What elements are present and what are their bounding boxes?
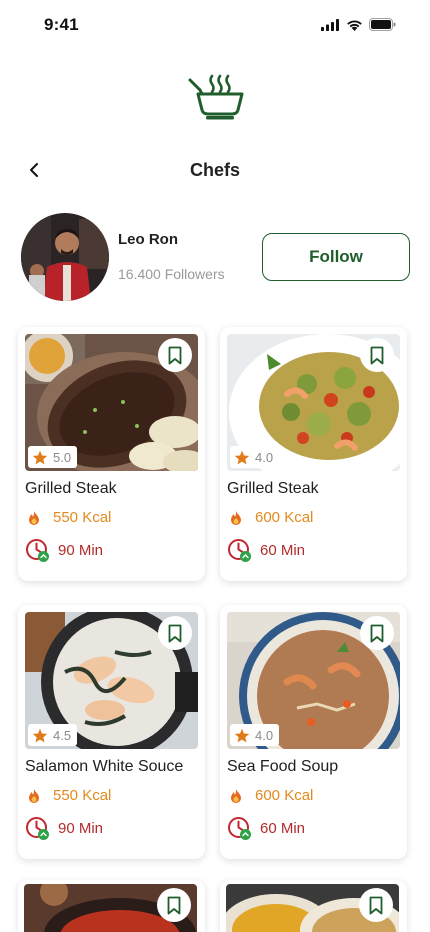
rating-badge: 4.5 <box>28 724 78 746</box>
star-icon <box>234 450 250 464</box>
star-icon <box>234 728 250 742</box>
battery-icon <box>369 18 396 31</box>
chef-name: Leo Ron <box>118 231 178 248</box>
recipe-title: Sea Food Soup <box>227 758 339 775</box>
recipe-title: Grilled Steak <box>227 480 319 497</box>
bookmark-icon <box>370 624 384 642</box>
recipe-card[interactable] <box>18 880 205 932</box>
bookmark-button[interactable] <box>157 888 191 922</box>
recipe-card[interactable]: 4.0 Sea Food Soup 600 Kcal 60 Min <box>220 605 407 859</box>
rating-badge: 4.0 <box>230 724 280 746</box>
time-value: 60 Min <box>260 820 306 837</box>
kcal-value: 600 Kcal <box>255 787 314 804</box>
kcal-row: 550 Kcal <box>27 509 111 526</box>
bookmark-button[interactable] <box>158 616 192 650</box>
kcal-row: 600 Kcal <box>229 509 313 526</box>
rating-value: 4.0 <box>255 449 274 465</box>
cooking-pot-logo-icon <box>188 72 244 122</box>
kcal-value: 550 Kcal <box>53 787 112 804</box>
bookmark-icon <box>168 624 182 642</box>
time-row: 60 Min <box>227 538 305 563</box>
time-row: 60 Min <box>227 816 305 841</box>
recipe-photo <box>24 884 197 932</box>
recipe-photo-grilled-steak: 5.0 <box>25 334 198 471</box>
signal-icon <box>321 18 339 31</box>
rating-value: 5.0 <box>53 449 72 465</box>
recipe-photo-salmon: 4.5 <box>25 612 198 749</box>
kcal-value: 600 Kcal <box>255 509 314 526</box>
flame-icon <box>231 510 241 525</box>
page-title: Chefs <box>189 160 240 180</box>
time-value: 60 Min <box>260 542 306 559</box>
star-icon <box>32 728 48 742</box>
time-value: 90 Min <box>58 820 104 837</box>
recipe-card[interactable]: 4.5 Salamon White Souce 550 Kcal 90 Min <box>18 605 205 859</box>
recipe-title: Salamon White Souce <box>25 758 184 775</box>
kcal-row: 600 Kcal <box>229 787 313 804</box>
time-value: 90 Min <box>58 542 104 559</box>
wifi-icon <box>347 20 362 31</box>
recipe-photo <box>226 884 399 932</box>
bookmark-button[interactable] <box>359 888 393 922</box>
kcal-row: 550 Kcal <box>27 787 111 804</box>
bookmark-button[interactable] <box>158 338 192 372</box>
bookmark-icon <box>370 346 384 364</box>
clock-icon <box>228 539 251 562</box>
status-time: 9:41 <box>44 15 79 34</box>
recipe-card[interactable]: 5.0 Grilled Steak 550 Kcal 90 Min <box>18 327 205 581</box>
time-row: 90 Min <box>25 816 103 841</box>
bookmark-icon <box>167 896 181 914</box>
flame-icon <box>29 510 39 525</box>
recipe-card[interactable]: 4.0 Grilled Steak 600 Kcal 60 Min <box>220 327 407 581</box>
rating-badge: 4.0 <box>230 446 280 468</box>
chef-avatar[interactable] <box>21 213 109 301</box>
status-bar: 9:41 <box>0 0 430 52</box>
recipe-photo-seafood-soup: 4.0 <box>227 612 400 749</box>
flame-icon <box>29 788 39 803</box>
recipe-card[interactable] <box>220 880 407 932</box>
bookmark-icon <box>168 346 182 364</box>
rating-value: 4.5 <box>53 727 72 743</box>
flame-icon <box>231 788 241 803</box>
clock-icon <box>26 817 49 840</box>
clock-icon <box>228 817 251 840</box>
rating-value: 4.0 <box>255 727 274 743</box>
status-icons <box>321 18 396 31</box>
bookmark-button[interactable] <box>360 616 394 650</box>
rating-badge: 5.0 <box>28 446 78 468</box>
bookmark-icon <box>369 896 383 914</box>
recipe-photo-pasta-salad: 4.0 <box>227 334 400 471</box>
recipe-title: Grilled Steak <box>25 480 117 497</box>
chef-followers: 16.400 Followers <box>118 266 225 282</box>
time-row: 90 Min <box>25 538 103 563</box>
star-icon <box>32 450 48 464</box>
clock-icon <box>26 539 49 562</box>
follow-button[interactable]: Follow <box>262 233 410 281</box>
bookmark-button[interactable] <box>360 338 394 372</box>
kcal-value: 550 Kcal <box>53 509 112 526</box>
